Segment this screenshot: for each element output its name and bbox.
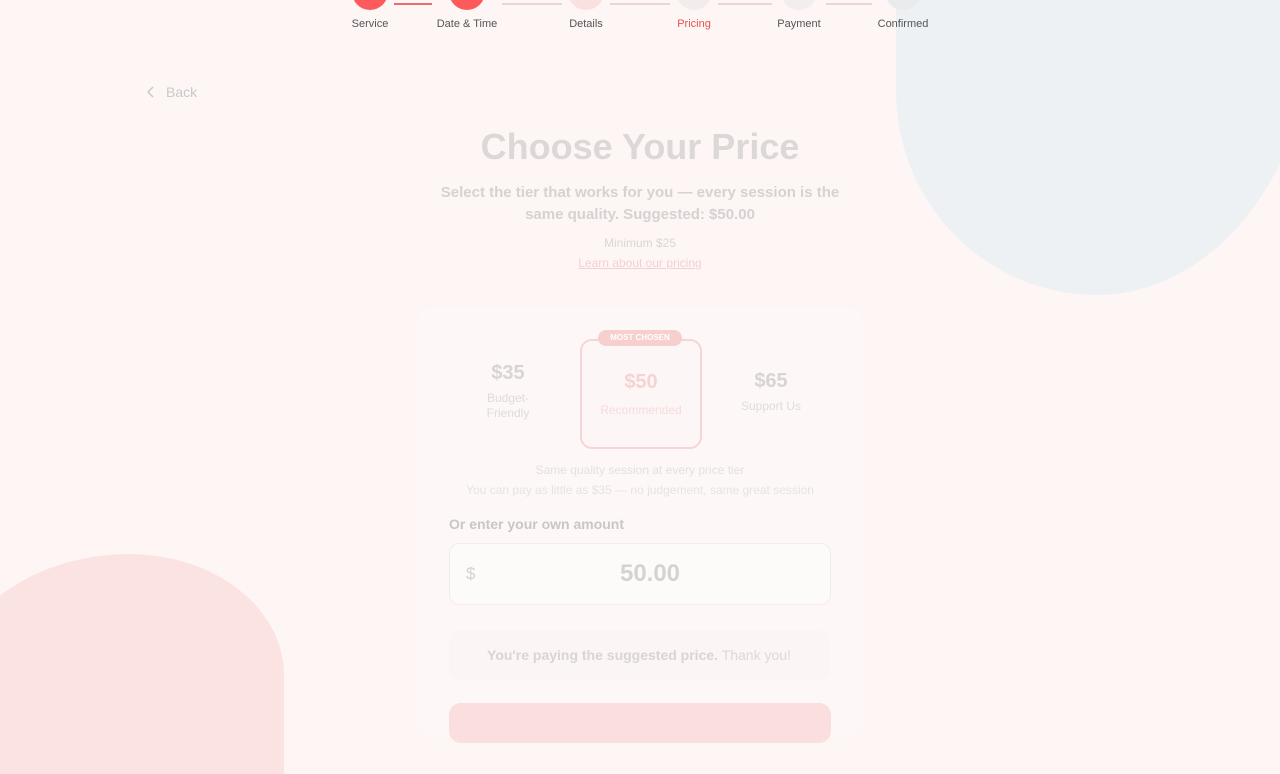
tier-name: Budget-Friendly xyxy=(486,391,530,420)
tier-price: $35 xyxy=(491,362,525,384)
learn-pricing-container: Learn about our pricing xyxy=(0,256,1280,270)
minimum-price-text: Minimum $25 xyxy=(603,236,677,250)
tier-name: Recommended xyxy=(600,403,682,417)
back-button[interactable]: Back xyxy=(146,84,197,100)
tier-budget[interactable]: $35 Budget-Friendly xyxy=(478,362,538,421)
tier-support[interactable]: $65 Support Us xyxy=(731,370,811,414)
custom-amount-label: Or enter your own amount xyxy=(449,516,625,532)
tier-price: $65 xyxy=(754,370,788,392)
chevron-left-icon xyxy=(146,86,154,98)
status-bold-text: You're paying the suggested price. xyxy=(487,647,719,663)
same-quality-note: Same quality session at every price tier xyxy=(535,463,745,477)
step-dot xyxy=(885,0,921,10)
custom-amount-input[interactable]: $ 50.00 xyxy=(449,543,831,605)
price-status-message: You're paying the suggested price. Thank… xyxy=(449,630,829,680)
step-label: Payment xyxy=(777,18,821,30)
stepper-connector xyxy=(502,3,562,5)
back-label: Back xyxy=(166,84,198,100)
step-label: Details xyxy=(569,18,603,30)
step-dot xyxy=(352,0,388,10)
tier-name: Support Us xyxy=(740,399,802,413)
decorative-blob-left xyxy=(0,554,284,774)
step-label: Confirmed xyxy=(877,18,929,30)
step-label: Date & Time xyxy=(436,18,498,30)
page-title: Choose Your Price xyxy=(480,126,800,167)
progress-stepper: Service Date & Time Details Pricing Paym… xyxy=(0,0,1280,40)
pay-little-note: You can pay as little as $35 — no judgem… xyxy=(466,483,814,497)
step-dot xyxy=(568,0,604,10)
most-chosen-badge: MOST CHOSEN xyxy=(598,330,682,346)
step-label: Service xyxy=(351,18,389,30)
step-dot xyxy=(781,0,817,10)
step-label: Pricing xyxy=(677,18,711,30)
learn-pricing-link[interactable]: Learn about our pricing xyxy=(578,256,701,270)
stepper-connector xyxy=(610,3,670,5)
step-dot xyxy=(449,0,485,10)
stepper-connector xyxy=(826,3,872,5)
amount-value: 50.00 xyxy=(619,560,681,587)
tier-price: $50 xyxy=(624,371,658,393)
step-dot xyxy=(676,0,712,10)
continue-button[interactable] xyxy=(449,703,831,743)
stepper-connector xyxy=(394,3,432,5)
page-subtitle: Select the tier that works for you — eve… xyxy=(440,184,840,223)
status-thanks-text: Thank you! xyxy=(721,647,791,663)
tier-recommended[interactable]: $50 Recommended xyxy=(580,339,702,449)
stepper-connector xyxy=(718,3,772,5)
